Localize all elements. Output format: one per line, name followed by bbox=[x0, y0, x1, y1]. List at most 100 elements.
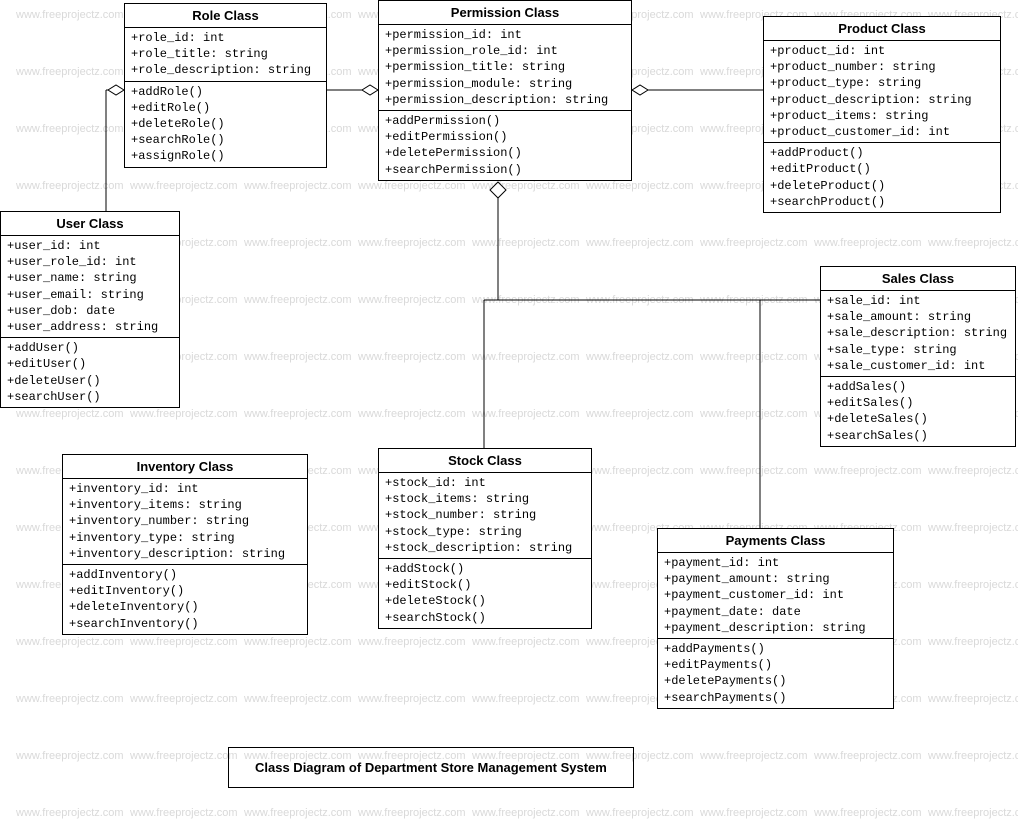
class-operation: +deleteInventory() bbox=[69, 599, 301, 615]
diagram-caption: Class Diagram of Department Store Manage… bbox=[255, 760, 607, 775]
class-operation: +editRole() bbox=[131, 100, 320, 116]
class-operation: +addRole() bbox=[131, 84, 320, 100]
class-operation: +searchRole() bbox=[131, 132, 320, 148]
watermark-text: www.freeprojectz.com bbox=[244, 807, 352, 819]
class-attribute: +payment_id: int bbox=[664, 555, 887, 571]
class-product: Product Class +product_id: int+product_n… bbox=[763, 16, 1001, 213]
class-attribute: +product_items: string bbox=[770, 108, 994, 124]
class-operation: +editUser() bbox=[7, 356, 173, 372]
class-operations: +addRole()+editRole()+deleteRole()+searc… bbox=[125, 82, 326, 167]
class-attributes: +user_id: int+user_role_id: int+user_nam… bbox=[1, 236, 179, 338]
class-attribute: +permission_title: string bbox=[385, 59, 625, 75]
class-attributes: +role_id: int+role_title: string+role_de… bbox=[125, 28, 326, 82]
class-operations: +addPermission()+editPermission()+delete… bbox=[379, 111, 631, 180]
class-operation: +deleteUser() bbox=[7, 373, 173, 389]
class-attribute: +stock_description: string bbox=[385, 540, 585, 556]
diagram-caption-box: Class Diagram of Department Store Manage… bbox=[228, 747, 634, 788]
watermark-text: www.freeprojectz.com bbox=[586, 807, 694, 819]
class-attribute: +permission_id: int bbox=[385, 27, 625, 43]
class-attribute: +role_title: string bbox=[131, 46, 320, 62]
class-attribute: +user_email: string bbox=[7, 287, 173, 303]
class-operation: +editSales() bbox=[827, 395, 1009, 411]
class-operations: +addStock()+editStock()+deleteStock()+se… bbox=[379, 559, 591, 628]
class-attributes: +product_id: int+product_number: string+… bbox=[764, 41, 1000, 143]
class-operation: +deletePermission() bbox=[385, 145, 625, 161]
class-attribute: +sale_id: int bbox=[827, 293, 1009, 309]
class-permission: Permission Class +permission_id: int+per… bbox=[378, 0, 632, 181]
class-attribute: +product_customer_id: int bbox=[770, 124, 994, 140]
class-attribute: +inventory_id: int bbox=[69, 481, 301, 497]
class-attribute: +role_description: string bbox=[131, 62, 320, 78]
class-attributes: +sale_id: int+sale_amount: string+sale_d… bbox=[821, 291, 1015, 377]
class-attribute: +payment_amount: string bbox=[664, 571, 887, 587]
watermark-text: www.freeprojectz.com bbox=[358, 807, 466, 819]
class-operation: +searchUser() bbox=[7, 389, 173, 405]
watermark-text: www.freeprojectz.com bbox=[130, 807, 238, 819]
class-title: Stock Class bbox=[379, 449, 591, 473]
class-operation: +editPayments() bbox=[664, 657, 887, 673]
class-inventory: Inventory Class +inventory_id: int+inven… bbox=[62, 454, 308, 635]
class-attribute: +stock_items: string bbox=[385, 491, 585, 507]
class-attribute: +sale_description: string bbox=[827, 325, 1009, 341]
watermark-text: www.freeprojectz.com bbox=[814, 807, 922, 819]
class-operation: +searchPayments() bbox=[664, 690, 887, 706]
class-title: Role Class bbox=[125, 4, 326, 28]
class-operation: +editStock() bbox=[385, 577, 585, 593]
class-operation: +searchStock() bbox=[385, 610, 585, 626]
class-attribute: +payment_date: date bbox=[664, 604, 887, 620]
class-attribute: +product_type: string bbox=[770, 75, 994, 91]
class-operations: +addUser()+editUser()+deleteUser()+searc… bbox=[1, 338, 179, 407]
class-attribute: +role_id: int bbox=[131, 30, 320, 46]
class-attribute: +product_id: int bbox=[770, 43, 994, 59]
class-attribute: +permission_role_id: int bbox=[385, 43, 625, 59]
class-operation: +addProduct() bbox=[770, 145, 994, 161]
class-attributes: +stock_id: int+stock_items: string+stock… bbox=[379, 473, 591, 559]
class-operation: +assignRole() bbox=[131, 148, 320, 164]
class-attribute: +stock_id: int bbox=[385, 475, 585, 491]
class-attribute: +user_address: string bbox=[7, 319, 173, 335]
class-operation: +addSales() bbox=[827, 379, 1009, 395]
class-operation: +deleteProduct() bbox=[770, 178, 994, 194]
diagram-canvas: (function(){ const data = JSON.parse(doc… bbox=[0, 0, 1018, 792]
class-operation: +addInventory() bbox=[69, 567, 301, 583]
watermark-text: www.freeprojectz.com bbox=[700, 807, 808, 819]
class-operations: +addSales()+editSales()+deleteSales()+se… bbox=[821, 377, 1015, 446]
class-attribute: +sale_amount: string bbox=[827, 309, 1009, 325]
class-operations: +addProduct()+editProduct()+deleteProduc… bbox=[764, 143, 1000, 212]
class-title: Sales Class bbox=[821, 267, 1015, 291]
class-attribute: +user_name: string bbox=[7, 270, 173, 286]
class-operation: +searchPermission() bbox=[385, 162, 625, 178]
class-sales: Sales Class +sale_id: int+sale_amount: s… bbox=[820, 266, 1016, 447]
class-operations: +addPayments()+editPayments()+deletePaym… bbox=[658, 639, 893, 708]
watermark-text: www.freeprojectz.com bbox=[928, 807, 1018, 819]
class-attribute: +inventory_type: string bbox=[69, 530, 301, 546]
class-operation: +addUser() bbox=[7, 340, 173, 356]
class-attribute: +inventory_items: string bbox=[69, 497, 301, 513]
class-attribute: +sale_type: string bbox=[827, 342, 1009, 358]
class-attribute: +user_id: int bbox=[7, 238, 173, 254]
watermark-text: www.freeprojectz.com bbox=[16, 807, 124, 819]
class-operation: +searchInventory() bbox=[69, 616, 301, 632]
class-attributes: +payment_id: int+payment_amount: string+… bbox=[658, 553, 893, 639]
class-title: User Class bbox=[1, 212, 179, 236]
class-operation: +addPermission() bbox=[385, 113, 625, 129]
class-attribute: +inventory_number: string bbox=[69, 513, 301, 529]
watermark-text: www.freeprojectz.com bbox=[472, 807, 580, 819]
class-title: Payments Class bbox=[658, 529, 893, 553]
class-attribute: +permission_description: string bbox=[385, 92, 625, 108]
class-attributes: +inventory_id: int+inventory_items: stri… bbox=[63, 479, 307, 565]
class-title: Product Class bbox=[764, 17, 1000, 41]
class-attribute: +user_role_id: int bbox=[7, 254, 173, 270]
class-operation: +addStock() bbox=[385, 561, 585, 577]
class-operation: +searchProduct() bbox=[770, 194, 994, 210]
class-title: Permission Class bbox=[379, 1, 631, 25]
class-attribute: +product_number: string bbox=[770, 59, 994, 75]
class-attributes: +permission_id: int+permission_role_id: … bbox=[379, 25, 631, 111]
class-operation: +deletePayments() bbox=[664, 673, 887, 689]
class-operation: +searchSales() bbox=[827, 428, 1009, 444]
class-operation: +deleteStock() bbox=[385, 593, 585, 609]
class-attribute: +payment_customer_id: int bbox=[664, 587, 887, 603]
class-attribute: +stock_number: string bbox=[385, 507, 585, 523]
class-operation: +editPermission() bbox=[385, 129, 625, 145]
class-attribute: +sale_customer_id: int bbox=[827, 358, 1009, 374]
